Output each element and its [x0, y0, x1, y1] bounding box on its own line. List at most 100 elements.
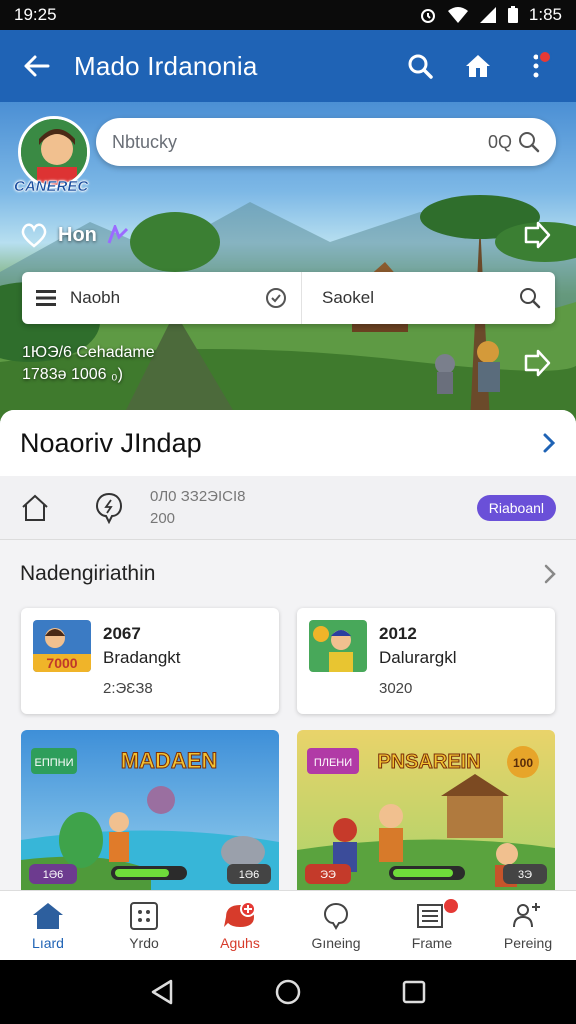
- card-thumbnail: 7000: [33, 620, 91, 672]
- nav-label: Gıneing: [311, 934, 361, 951]
- notification-dot: [538, 50, 552, 64]
- nav-item-home[interactable]: Lıard: [0, 891, 96, 960]
- list-card[interactable]: 2012 Dalurargkl 3020: [297, 608, 555, 714]
- search-input[interactable]: Nbtucky: [112, 132, 488, 153]
- category-filter[interactable]: Naobh: [22, 272, 302, 324]
- banner-title: MADAEN: [121, 748, 218, 773]
- battery-text: 1:85: [528, 5, 562, 24]
- bottom-nav: Lıard Yrdo Aguhs Gıneing Frame Pereing: [0, 890, 576, 960]
- signal-icon: [479, 7, 496, 23]
- share-icon[interactable]: [522, 220, 552, 250]
- system-nav-bar: [0, 960, 576, 1024]
- back-arrow-icon: [24, 55, 50, 77]
- game-banner-art: ЕППНИ MADAEN 1Ә6 1Ә6: [21, 730, 279, 890]
- card-thumbnail-text: 7000: [46, 655, 77, 671]
- game-banner[interactable]: ПЛЕНИ PNSAREIN 100 ЭЭ 3Э: [297, 730, 555, 890]
- home-outline-icon[interactable]: [20, 493, 50, 523]
- status-time: 19:25: [14, 5, 57, 24]
- nav-item-alerts[interactable]: Aguhs: [192, 891, 288, 960]
- filter-bar: Naobh Saokel: [22, 272, 555, 324]
- wifi-icon: [447, 7, 468, 23]
- search-icon: [408, 54, 433, 79]
- banner-sign: ЕППНИ: [35, 757, 74, 769]
- card-year: 2012: [379, 624, 417, 643]
- search-bar[interactable]: Nbtucky 0Q: [96, 118, 556, 166]
- info-line-1: 0Л0 ЗЗ2ЭІСІ8: [150, 487, 246, 505]
- search-icon: [520, 288, 541, 309]
- category-filter-label: Naobh: [70, 288, 121, 307]
- alarm-icon: [420, 9, 435, 23]
- subsection-header[interactable]: Nadengiriathin: [0, 540, 576, 608]
- banner-title: PNSAREIN: [377, 751, 480, 773]
- home-button[interactable]: [456, 44, 500, 88]
- nav-item-grid[interactable]: Yrdo: [96, 891, 192, 960]
- hero-stats-line-1: 1ЮЭ/6 Cehadame: [22, 344, 155, 361]
- favorite-row[interactable]: Hon: [20, 222, 129, 248]
- location-filter[interactable]: Saokel: [302, 272, 555, 324]
- banner-chip-left: ЭЭ: [320, 869, 336, 881]
- banner-chip-left: 1Ә6: [43, 869, 64, 881]
- chevron-right-icon[interactable]: [542, 432, 556, 454]
- home-icon: [33, 902, 63, 929]
- status-icons: 1:85: [419, 5, 562, 25]
- grid-icon: [130, 901, 158, 930]
- hero-stats: 1ЮЭ/6 Cehadame 1783ə 1006 ₀): [22, 342, 155, 386]
- location-filter-label: Saokel: [322, 288, 374, 307]
- card-year: 2067: [103, 624, 141, 643]
- card-name: Dalurargkl: [379, 648, 457, 667]
- app-bar: Mado Irdanonia: [0, 30, 576, 102]
- recents-square-icon[interactable]: [401, 979, 427, 1005]
- share-icon[interactable]: [522, 348, 552, 378]
- nav-label: Lıard: [32, 934, 64, 951]
- chat-icon: [323, 902, 349, 930]
- nav-label: Aguhs: [220, 934, 260, 951]
- list-card[interactable]: 7000 2067 Bradangkt 2:ЭƐЗ8: [21, 608, 279, 714]
- status-pill-button[interactable]: Riaboanl: [476, 494, 556, 521]
- info-text: 0Л0 ЗЗ2ЭІСІ8 200: [150, 486, 477, 530]
- section-header[interactable]: Noaoriv JIndap: [0, 410, 576, 476]
- search-icon[interactable]: [518, 131, 540, 153]
- home-circle-icon[interactable]: [274, 978, 302, 1006]
- list-icon: [36, 290, 56, 306]
- banner-chip-right: 1Ә6: [239, 869, 260, 881]
- info-line-2: 200: [150, 509, 176, 527]
- page-title: Mado Irdanonia: [74, 50, 258, 81]
- game-banner-art: ПЛЕНИ PNSAREIN 100 ЭЭ 3Э: [297, 730, 555, 890]
- sparkle-icon: [107, 225, 128, 244]
- card-thumbnail: [309, 620, 367, 672]
- battery-icon: [507, 6, 518, 23]
- card-subtitle: 2:ЭƐЗ8: [103, 680, 153, 697]
- search-value: 0Q: [487, 131, 512, 152]
- status-bar: 19:25 1:85: [0, 0, 576, 30]
- search-button[interactable]: [398, 44, 442, 88]
- banner-sign: ПЛЕНИ: [314, 757, 352, 769]
- nav-label: Frame: [411, 934, 453, 951]
- section-title: Noaoriv JIndap: [20, 427, 202, 458]
- info-row: 0Л0 ЗЗ2ЭІСІ8 200 Riaboanl: [0, 476, 576, 540]
- chat-bubble-icon[interactable]: [94, 492, 124, 524]
- nav-label: Yrdo: [129, 934, 159, 951]
- card-name: Bradangkt: [103, 648, 181, 667]
- people-icon: [513, 902, 540, 927]
- heart-icon[interactable]: [20, 222, 48, 248]
- game-banner[interactable]: ЕППНИ MADAEN 1Ә6 1Ә6: [21, 730, 279, 890]
- banner-chip-right: 3Э: [518, 869, 532, 881]
- hero-stats-line-2: 1783ə 1006 ₀): [22, 366, 123, 383]
- card-subtitle: 3020: [379, 680, 413, 697]
- favorite-label: Hon: [58, 223, 97, 246]
- back-button[interactable]: [18, 48, 54, 84]
- card-list: 7000 2067 Bradangkt 2:ЭƐЗ8 2012 Dalurarg…: [0, 608, 576, 714]
- content-sheet: Noaoriv JIndap 0Л0 ЗЗ2ЭІСІ8 200 Riaboanl…: [0, 410, 576, 890]
- more-button[interactable]: [514, 44, 558, 88]
- home-icon: [466, 55, 490, 77]
- back-triangle-icon[interactable]: [149, 978, 175, 1006]
- chevron-right-icon[interactable]: [544, 564, 556, 584]
- nav-label: Pereing: [503, 934, 553, 951]
- subsection-title: Nadengiriathin: [20, 562, 156, 585]
- nav-item-people[interactable]: Pereing: [480, 891, 576, 960]
- alert-icon: [224, 900, 256, 927]
- game-banner-list: ЕППНИ MADAEN 1Ә6 1Ә6 ПЛЕНИ PNSAREIN 100 …: [0, 730, 576, 890]
- nav-item-chat[interactable]: Gıneing: [288, 891, 384, 960]
- clock-icon: [266, 288, 286, 308]
- nav-item-list[interactable]: Frame: [384, 891, 480, 960]
